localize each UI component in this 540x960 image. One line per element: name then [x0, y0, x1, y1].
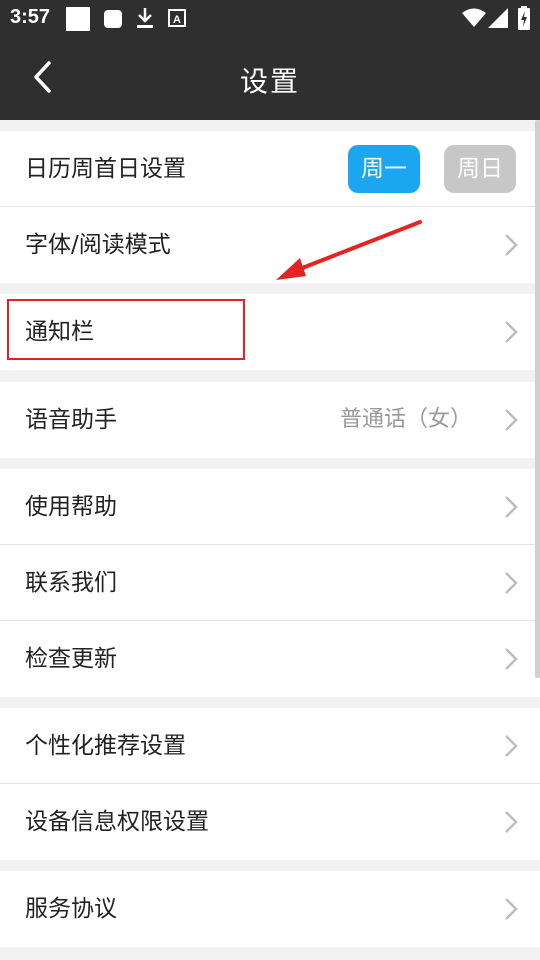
contact-us-row[interactable]: 联系我们 [0, 545, 540, 621]
download-icon [136, 7, 154, 33]
rounded-square-icon [104, 10, 122, 32]
check-update-label: 检查更新 [25, 646, 117, 672]
personalized-recommend-label: 个性化推荐设置 [25, 733, 186, 759]
chevron-right-icon [504, 897, 518, 921]
status-bar: 3:57 A [0, 0, 540, 38]
chevron-right-icon [504, 495, 518, 519]
check-update-row[interactable]: 检查更新 [0, 621, 540, 697]
help-row[interactable]: 使用帮助 [0, 469, 540, 545]
square-notification-icon [66, 7, 90, 35]
service-agreement-label: 服务协议 [25, 896, 117, 922]
calendar-first-day-label: 日历周首日设置 [25, 156, 186, 182]
font-reading-mode-label: 字体/阅读模式 [25, 232, 171, 258]
chevron-right-icon [504, 647, 518, 671]
chevron-right-icon [504, 734, 518, 758]
chevron-right-icon [504, 233, 518, 257]
voice-assistant-value: 普通话（女） [339, 407, 472, 432]
status-time: 3:57 [10, 6, 51, 28]
service-agreement-row[interactable]: 服务协议 [0, 871, 540, 947]
chevron-right-icon [504, 571, 518, 595]
settings-group-legal: 服务协议 [0, 871, 540, 947]
signal-icon [488, 8, 508, 32]
personalized-recommend-row[interactable]: 个性化推荐设置 [0, 708, 540, 784]
scrollbar[interactable] [535, 120, 540, 678]
notification-highlight-box [7, 299, 245, 360]
sunday-option-button[interactable]: 周日 [444, 145, 516, 193]
annotation-arrow-icon [276, 220, 422, 280]
calendar-first-day-row: 日历周首日设置 周一 周日 [0, 131, 540, 207]
page-title: 设置 [239, 65, 300, 98]
settings-group-voice: 语音助手 普通话（女） [0, 382, 540, 458]
chevron-right-icon [504, 408, 518, 432]
monday-option-button[interactable]: 周一 [348, 145, 420, 193]
battery-charging-icon [518, 6, 530, 34]
settings-group-support: 使用帮助 联系我们 检查更新 [0, 469, 540, 697]
chevron-right-icon [504, 810, 518, 834]
voice-assistant-label: 语音助手 [25, 407, 117, 433]
device-permissions-row[interactable]: 设备信息权限设置 [0, 784, 540, 860]
device-permissions-label: 设备信息权限设置 [25, 809, 209, 835]
wifi-icon [462, 8, 486, 32]
contact-us-label: 联系我们 [25, 570, 117, 596]
voice-assistant-row[interactable]: 语音助手 普通话（女） [0, 382, 540, 458]
a-notification-icon: A [168, 9, 186, 31]
app-header: 设置 [0, 38, 540, 120]
svg-text:A: A [173, 14, 181, 26]
help-label: 使用帮助 [25, 494, 117, 520]
chevron-right-icon [504, 320, 518, 344]
settings-group-privacy: 个性化推荐设置 设备信息权限设置 [0, 708, 540, 860]
